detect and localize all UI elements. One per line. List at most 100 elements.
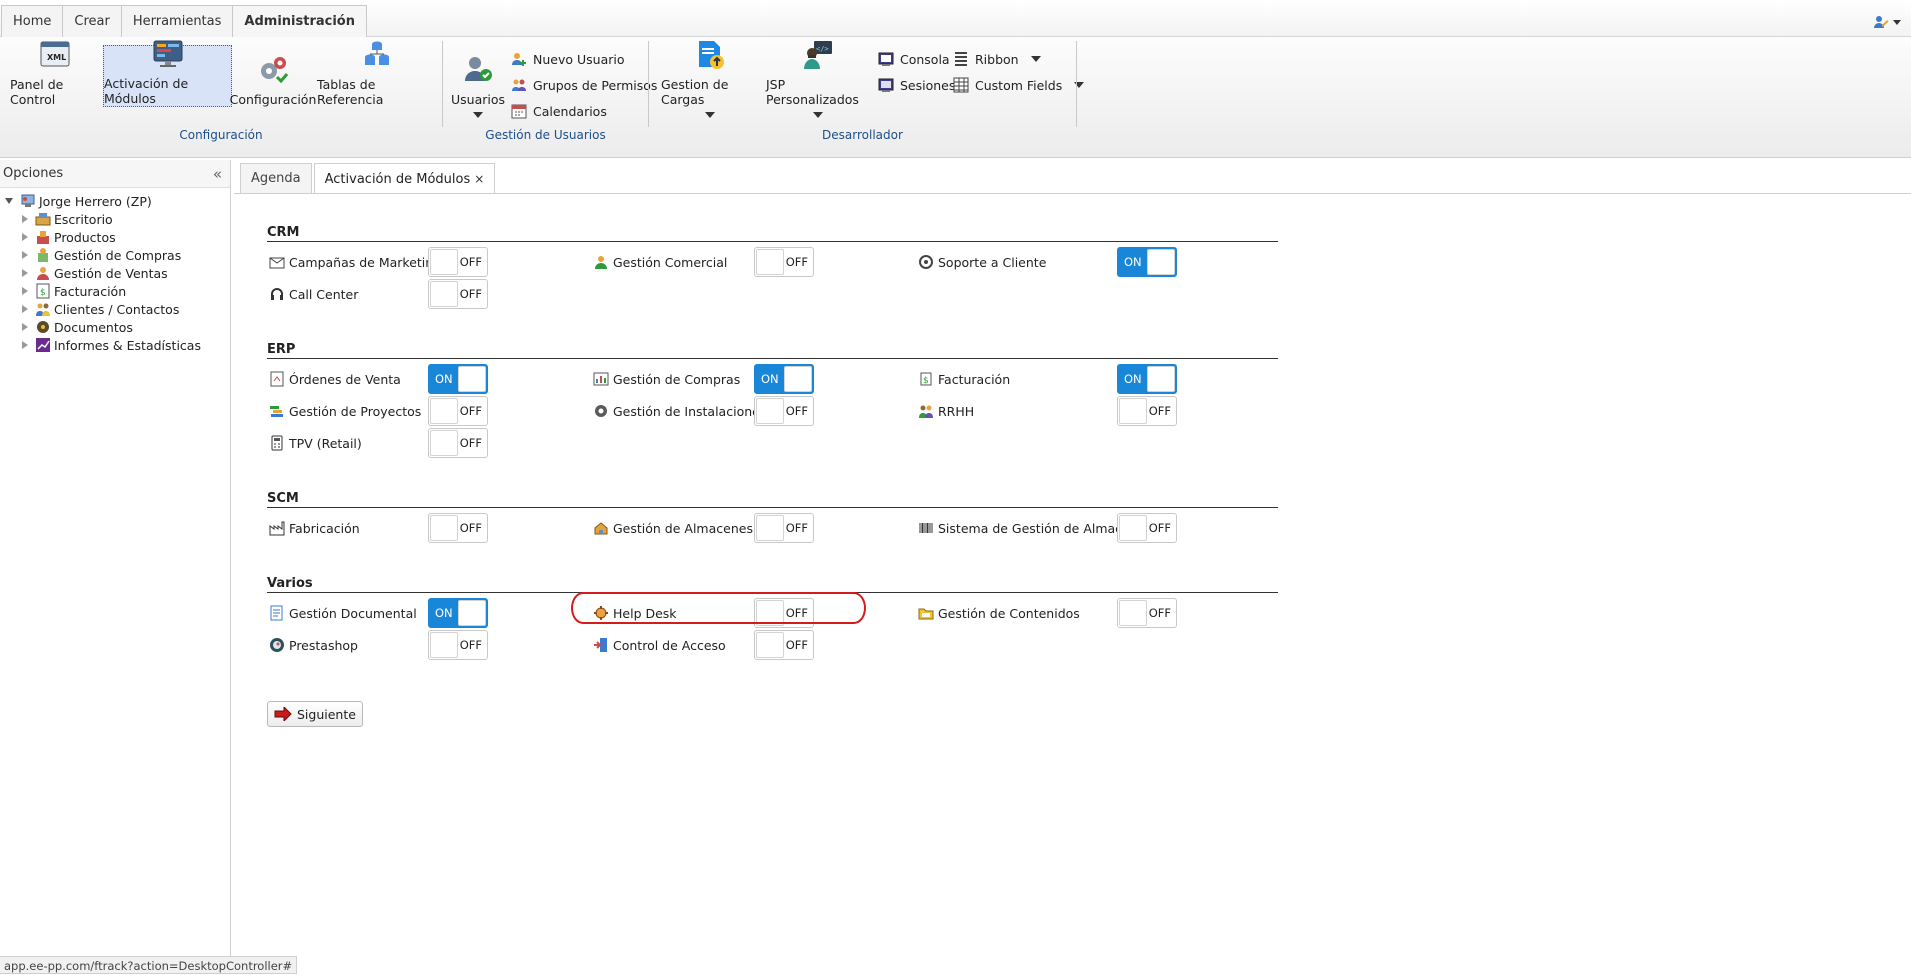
calendar-icon <box>511 103 527 119</box>
module-gestion-instalaciones: Gestión de Instalaciones <box>593 396 766 426</box>
jsp-personalizados-button[interactable]: </> JSP Personalizados <box>766 41 870 107</box>
toggle-ordenes-venta[interactable]: ON <box>428 364 488 394</box>
toggle-knob <box>430 249 458 275</box>
upload-document-icon <box>693 39 727 71</box>
top-menu-bar: Home Crear Herramientas Administración <box>0 0 1911 38</box>
toggle-rrhh[interactable]: OFF <box>1117 396 1177 426</box>
toggle-knob <box>784 366 812 392</box>
usuarios-dropdown-caret[interactable] <box>473 112 483 118</box>
chevron-down-icon <box>1893 19 1901 25</box>
tab-herramientas[interactable]: Herramientas <box>120 5 234 37</box>
toggle-fabricacion[interactable]: OFF <box>428 513 488 543</box>
toggle-campanas-marketing[interactable]: OFF <box>428 247 488 277</box>
sidebar-item-productos[interactable]: Productos <box>22 229 116 245</box>
custom-fields-button[interactable]: Custom Fields <box>953 75 1085 95</box>
help-desk-highlight <box>571 592 866 624</box>
tablas-referencia-button[interactable]: Tablas de Referencia <box>317 41 437 107</box>
sidebar-item-escritorio[interactable]: Escritorio <box>22 211 113 227</box>
module-sistema-gestion-almacen: Sistema de Gestión de Almacén <box>918 513 1138 543</box>
expand-icon <box>22 323 28 331</box>
section-crm: CRM <box>267 225 1278 242</box>
sidebar-item-documentos[interactable]: Documentos <box>22 319 133 335</box>
developer-icon: </> <box>801 39 835 71</box>
collapse-icon[interactable]: « <box>213 160 222 188</box>
group-label-usuarios: Gestión de Usuarios <box>485 128 606 142</box>
sidebar-item-gestion-compras[interactable]: Gestión de Compras <box>22 247 181 263</box>
module-rrhh: RRHH <box>918 396 974 426</box>
nuevo-usuario-button[interactable]: Nuevo Usuario <box>511 49 625 69</box>
section-rule <box>267 358 1278 359</box>
grupos-permisos-button[interactable]: Grupos de Permisos <box>511 75 657 95</box>
content-folder-icon <box>918 608 934 620</box>
siguiente-button[interactable]: Siguiente <box>267 701 363 727</box>
tab-home[interactable]: Home <box>1 5 64 37</box>
jsp-dropdown-caret[interactable] <box>813 112 823 118</box>
toggle-label: OFF <box>459 521 482 535</box>
consola-button[interactable]: Consola <box>878 49 950 69</box>
toggle-control-acceso[interactable]: OFF <box>754 630 814 660</box>
toggle-gestion-proyectos[interactable]: OFF <box>428 396 488 426</box>
tree-root-user[interactable]: Jorge Herrero (ZP) <box>5 193 152 209</box>
module-facturacion: $ Facturación <box>918 364 1010 394</box>
usuarios-button[interactable]: Usuarios <box>451 47 505 107</box>
toggle-sistema-gestion-almacen[interactable]: OFF <box>1117 513 1177 543</box>
module-tpv-retail: TPV (Retail) <box>269 428 362 458</box>
tab-administracion[interactable]: Administración <box>232 5 367 38</box>
sidebar-item-facturacion[interactable]: $ Facturación <box>22 283 126 299</box>
module-gestion-compras: Gestión de Compras <box>593 364 740 394</box>
sidebar-item-clientes-contactos[interactable]: Clientes / Contactos <box>22 301 179 317</box>
tab-agenda[interactable]: Agenda <box>240 163 312 193</box>
toggle-gestion-comercial[interactable]: OFF <box>754 247 814 277</box>
close-tab-icon[interactable]: × <box>474 172 484 186</box>
user-edit-icon <box>1874 16 1889 28</box>
database-icon <box>360 39 394 71</box>
sidebar-item-informes[interactable]: Informes & Estadísticas <box>22 337 201 353</box>
commercial-icon <box>595 256 607 269</box>
support-icon <box>919 255 933 269</box>
toggle-gestion-almacenes[interactable]: OFF <box>754 513 814 543</box>
activacion-modulos-button[interactable]: Activación de Módulos <box>103 40 232 107</box>
toggle-gestion-instalaciones[interactable]: OFF <box>754 396 814 426</box>
toggle-soporte-cliente[interactable]: ON <box>1117 247 1177 277</box>
sales-order-icon <box>270 371 284 387</box>
toggle-gestion-compras[interactable]: ON <box>754 364 814 394</box>
toggle-tpv-retail[interactable]: OFF <box>428 428 488 458</box>
toggle-gestion-contenidos[interactable]: OFF <box>1117 598 1177 628</box>
toggle-knob <box>756 632 784 658</box>
tab-crear[interactable]: Crear <box>62 5 122 37</box>
toggle-facturacion[interactable]: ON <box>1117 364 1177 394</box>
section-title: Varios <box>267 576 313 591</box>
toggle-knob <box>458 366 486 392</box>
toggle-call-center[interactable]: OFF <box>428 279 488 309</box>
toggle-knob <box>1147 366 1175 392</box>
billing-icon: $ <box>920 372 932 386</box>
sidebar-item-gestion-ventas[interactable]: Gestión de Ventas <box>22 265 168 281</box>
products-icon <box>37 231 49 244</box>
svg-text:</>: </> <box>816 45 829 53</box>
toggle-label: OFF <box>785 255 808 269</box>
module-gestion-contenidos: Gestión de Contenidos <box>918 598 1080 628</box>
ribbon-settings-button[interactable]: Ribbon <box>953 49 1041 69</box>
gestion-cargas-dropdown-caret[interactable] <box>705 112 715 118</box>
toggle-prestashop[interactable]: OFF <box>428 630 488 660</box>
user-menu[interactable] <box>1873 14 1901 30</box>
section-scm: SCM <box>267 491 1278 508</box>
headset-icon <box>271 288 283 300</box>
tab-activacion-modulos[interactable]: Activación de Módulos × <box>313 163 496 194</box>
prestashop-icon <box>270 638 284 652</box>
toggle-gestion-documental[interactable]: ON <box>428 598 488 628</box>
gestion-cargas-button[interactable]: Gestion de Cargas <box>661 41 759 107</box>
svg-text:$: $ <box>923 376 929 386</box>
tabs-divider <box>234 193 1911 194</box>
configuracion-button[interactable]: Configuración <box>230 47 316 107</box>
group-label-desarrollador: Desarrollador <box>822 128 903 142</box>
expand-icon <box>22 251 28 259</box>
modules-monitor-icon <box>151 38 185 70</box>
toggle-knob <box>1119 398 1147 424</box>
sesiones-button[interactable]: Sesiones <box>878 75 955 95</box>
toggle-label: OFF <box>1148 404 1171 418</box>
calendarios-button[interactable]: Calendarios <box>511 101 607 121</box>
toggle-label: OFF <box>459 638 482 652</box>
main-tabs: Home Crear Herramientas Administración <box>1 5 367 38</box>
panel-de-control-button[interactable]: XML Panel de Control <box>10 41 100 107</box>
